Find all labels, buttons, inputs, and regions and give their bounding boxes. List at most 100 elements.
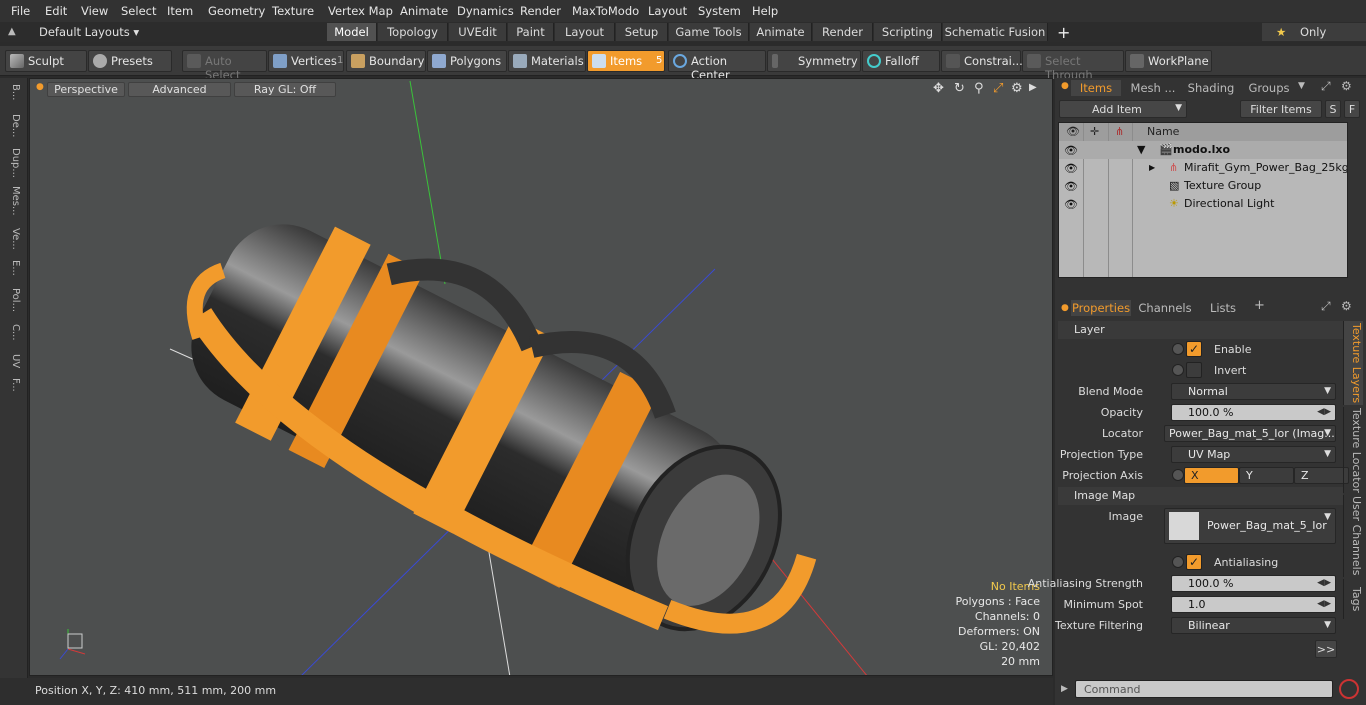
left-tab-10[interactable]: F... [5,378,21,392]
properties-settings-icon[interactable]: ⚙ [1341,299,1352,313]
presets-button[interactable]: Presets [88,50,172,72]
items-button[interactable]: Items [587,50,665,72]
panel-expand-icon[interactable]: ⤢ [1321,79,1331,94]
side-tab-texture-layers[interactable]: Texture Layers [1343,321,1363,405]
command-expand-icon[interactable]: ▶ [1061,684,1068,694]
action-center-button[interactable]: Action Center [668,50,766,82]
raygl-toggle[interactable]: Ray GL: Off [234,82,336,97]
image-map-section[interactable]: Image Map [1058,487,1343,505]
materials-button[interactable]: Materials [508,50,586,72]
tab-uvedit[interactable]: UVEdit [449,23,507,41]
left-tab-8[interactable]: C... [5,324,21,341]
add-item-button[interactable]: Add Item ▼ [1059,100,1187,118]
symmetry-button[interactable]: Symmetry [767,50,861,72]
left-tab-2[interactable]: De... [5,114,21,137]
tab-lists[interactable]: Lists [1199,300,1247,316]
menu-render[interactable]: Render [520,4,561,18]
menu-dynamics[interactable]: Dynamics [457,4,514,18]
antialiasing-checkbox[interactable]: ✓ [1186,554,1202,570]
menu-geometry[interactable]: Geometry [208,4,265,18]
filter-f-button[interactable]: F [1344,100,1360,118]
left-tab-1[interactable]: B... [5,84,21,100]
axis-y-button[interactable]: Y [1239,467,1294,484]
tab-render[interactable]: Render [813,23,873,41]
menu-vertex-map[interactable]: Vertex Map [328,4,393,18]
more-button[interactable]: >> [1315,640,1337,658]
blend-mode-select[interactable]: Normal ▼ [1171,383,1336,400]
axis-z-button[interactable]: Z [1294,467,1349,484]
tab-game-tools[interactable]: Game Tools [669,23,749,41]
fit-view-icon[interactable]: ⤢ [993,81,1003,96]
menu-texture[interactable]: Texture [272,4,314,18]
tree-item-directional-light[interactable]: 👁 ☀ Directional Light [1059,195,1347,213]
eye-icon[interactable]: 👁 [1064,144,1078,157]
side-tab-tags[interactable]: Tags [1343,579,1363,619]
filter-items-input[interactable]: Filter Items [1240,100,1322,118]
menu-select[interactable]: Select [121,4,156,18]
enable-checkbox[interactable]: ✓ [1186,341,1202,357]
tree-item-mesh[interactable]: 👁 ▶ ⋔ Mirafit_Gym_Power_Bag_25kg ... [1059,159,1347,177]
tree-item-texture-group[interactable]: 👁 ▧ Texture Group [1059,177,1347,195]
sculpt-button[interactable]: Sculpt [5,50,87,72]
record-icon[interactable] [1339,679,1359,699]
tab-channels[interactable]: Channels [1135,300,1195,316]
collapse-arrow-icon[interactable]: ▶ [1149,163,1155,172]
add-tab-icon[interactable]: + [1057,23,1070,42]
menu-system[interactable]: System [698,4,741,18]
menu-help[interactable]: Help [752,4,778,18]
rotate-view-icon[interactable]: ↻ [954,81,965,96]
properties-expand-icon[interactable]: ⤢ [1321,299,1331,314]
filter-s-button[interactable]: S [1325,100,1341,118]
tab-setup[interactable]: Setup [616,23,668,41]
menu-maxtomodo[interactable]: MaxToModo [572,4,639,18]
select-through-button[interactable]: Select Through [1022,50,1124,82]
command-input[interactable]: Command [1075,680,1333,698]
viewport-expand-icon[interactable]: ▶ [1029,82,1037,93]
panel-settings-icon[interactable]: ⚙ [1341,79,1352,93]
move-view-icon[interactable]: ✥ [933,81,944,96]
tab-paint[interactable]: Paint [508,23,554,41]
axis-x-button[interactable]: X [1184,467,1239,484]
left-tab-4[interactable]: Mes... [5,186,21,216]
tab-layout[interactable]: Layout [555,23,615,41]
side-tab-texture-locator[interactable]: Texture Locator [1343,407,1363,493]
min-spot-slider[interactable]: 1.0 ◀▶ [1171,596,1336,613]
viewport-dot-icon[interactable]: ● [36,82,44,92]
locator-select[interactable]: Power_Bag_mat_5_Ior (Imag... ▼ [1164,425,1336,442]
constraints-button[interactable]: Constrai... [941,50,1023,72]
menu-file[interactable]: File [11,4,30,18]
only-toggle[interactable]: ★ Only [1262,23,1366,41]
menu-layout[interactable]: Layout [648,4,687,18]
falloff-button[interactable]: Falloff [862,50,940,72]
tabs-overflow-icon[interactable]: ▼ [1298,81,1305,91]
items-panel-dot-icon[interactable]: ● [1061,81,1069,91]
left-tab-7[interactable]: Pol... [5,288,21,312]
eye-icon[interactable]: 👁 [1064,162,1078,175]
menu-item[interactable]: Item [167,4,193,18]
tab-mesh[interactable]: Mesh ... [1125,80,1181,96]
eye-icon[interactable]: 👁 [1064,180,1078,193]
invert-checkbox[interactable] [1186,362,1202,378]
tab-model[interactable]: Model [327,23,377,41]
tab-animate[interactable]: Animate [750,23,812,41]
viewport-settings-icon[interactable]: ⚙ [1011,81,1023,96]
projection-type-select[interactable]: UV Map ▼ [1171,446,1336,463]
expand-arrow-icon[interactable]: ▼ [1137,143,1145,156]
properties-panel-dot-icon[interactable]: ● [1061,303,1069,313]
vertices-button[interactable]: Vertices [268,50,344,72]
texture-filtering-select[interactable]: Bilinear ▼ [1171,617,1336,634]
polygons-button[interactable]: Polygons [427,50,507,72]
layer-section[interactable]: Layer [1058,321,1343,339]
tab-topology[interactable]: Topology [378,23,448,41]
tab-groups[interactable]: Groups [1241,80,1297,96]
3d-viewport[interactable]: ● Perspective Advanced Ray GL: Off ✥ ↻ ⚲… [29,78,1053,676]
left-tab-5[interactable]: Ve... [5,228,21,250]
left-tab-3[interactable]: Dup... [5,148,21,178]
tab-schematic-fusion[interactable]: Schematic Fusion [943,23,1048,41]
menu-edit[interactable]: Edit [45,4,67,18]
home-icon[interactable]: ▲ [8,26,16,37]
shading-dropdown[interactable]: Advanced [128,82,231,97]
side-tab-user-channels[interactable]: User Channels [1343,495,1363,577]
aa-strength-slider[interactable]: 100.0 % ◀▶ [1171,575,1336,592]
tree-item-scene[interactable]: 👁 ▼ 🎬 modo.lxo [1059,141,1347,159]
